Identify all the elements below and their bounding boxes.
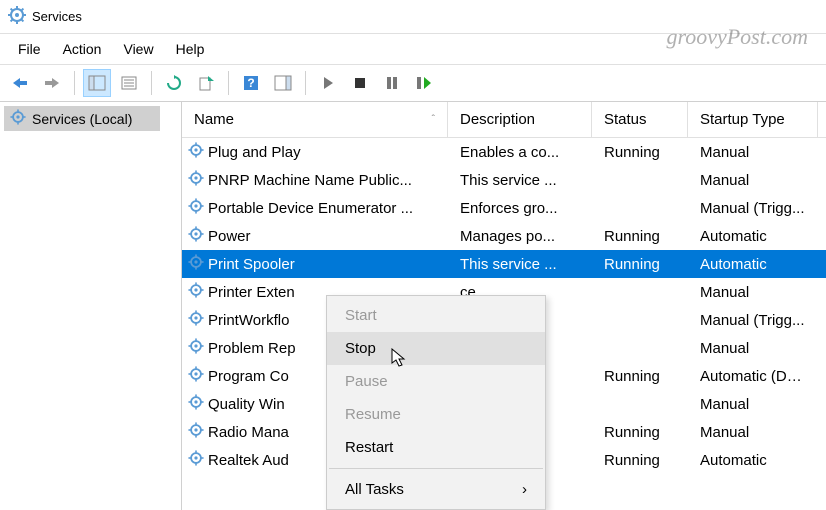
service-startup-cell: Manual	[688, 340, 818, 357]
service-gear-icon	[188, 310, 204, 330]
service-status-cell: Running	[592, 256, 688, 273]
service-status-cell: Running	[592, 144, 688, 161]
toolbar-separator	[228, 71, 229, 95]
export-button[interactable]	[192, 69, 220, 97]
toolbar-separator	[74, 71, 75, 95]
tree-item-services-local[interactable]: Services (Local)	[4, 106, 160, 131]
service-row[interactable]: Portable Device Enumerator ...Enforces g…	[182, 194, 826, 222]
service-gear-icon	[188, 366, 204, 386]
column-header-name[interactable]: Nameˆ	[182, 102, 448, 137]
context-menu-restart[interactable]: Restart	[327, 431, 545, 464]
svg-text:?: ?	[247, 76, 254, 90]
column-header-description[interactable]: Description	[448, 102, 592, 137]
service-row[interactable]: Plug and PlayEnables a co...RunningManua…	[182, 138, 826, 166]
service-startup-cell: Automatic	[688, 452, 818, 469]
service-startup-cell: Manual	[688, 424, 818, 441]
service-desc-cell: Manages po...	[448, 228, 592, 245]
service-name-cell: Portable Device Enumerator ...	[182, 198, 448, 218]
service-desc-cell: Enforces gro...	[448, 200, 592, 217]
column-headers: Nameˆ Description Status Startup Type	[182, 102, 826, 138]
toolbar: ?	[0, 64, 826, 102]
service-desc-cell: This service ...	[448, 172, 592, 189]
show-hide-action-button[interactable]	[269, 69, 297, 97]
toolbar-separator	[305, 71, 306, 95]
refresh-button[interactable]	[160, 69, 188, 97]
services-gear-icon	[10, 109, 26, 128]
menu-bar: File Action View Help	[0, 34, 826, 64]
forward-button[interactable]	[38, 69, 66, 97]
context-menu-divider	[329, 468, 543, 469]
service-row[interactable]: PNRP Machine Name Public...This service …	[182, 166, 826, 194]
help-button[interactable]: ?	[237, 69, 265, 97]
pause-service-button[interactable]	[378, 69, 406, 97]
service-startup-cell: Automatic (De...	[688, 368, 818, 385]
toolbar-separator	[151, 71, 152, 95]
service-startup-cell: Manual (Trigg...	[688, 312, 818, 329]
service-gear-icon	[188, 450, 204, 470]
context-menu-pause: Pause	[327, 365, 545, 398]
context-menu: Start Stop Pause Resume Restart All Task…	[326, 295, 546, 510]
submenu-arrow-icon: ›	[522, 481, 527, 498]
service-gear-icon	[188, 394, 204, 414]
service-startup-cell: Manual	[688, 284, 818, 301]
service-startup-cell: Automatic	[688, 256, 818, 273]
column-header-status[interactable]: Status	[592, 102, 688, 137]
service-gear-icon	[188, 338, 204, 358]
back-button[interactable]	[6, 69, 34, 97]
context-menu-start: Start	[327, 299, 545, 332]
service-startup-cell: Manual	[688, 172, 818, 189]
menu-action[interactable]: Action	[53, 37, 112, 61]
menu-file[interactable]: File	[8, 37, 51, 61]
column-header-startup[interactable]: Startup Type	[688, 102, 818, 137]
service-row[interactable]: Print SpoolerThis service ...RunningAuto…	[182, 250, 826, 278]
service-name-cell: Print Spooler	[182, 254, 448, 274]
service-status-cell: Running	[592, 452, 688, 469]
context-menu-all-tasks[interactable]: All Tasks›	[327, 473, 545, 506]
service-gear-icon	[188, 226, 204, 246]
service-gear-icon	[188, 170, 204, 190]
service-startup-cell: Manual (Trigg...	[688, 200, 818, 217]
service-status-cell: Running	[592, 368, 688, 385]
service-name-cell: Power	[182, 226, 448, 246]
service-status-cell: Running	[592, 228, 688, 245]
show-hide-tree-button[interactable]	[83, 69, 111, 97]
service-gear-icon	[188, 198, 204, 218]
service-desc-cell: This service ...	[448, 256, 592, 273]
service-gear-icon	[188, 142, 204, 162]
service-gear-icon	[188, 422, 204, 442]
service-startup-cell: Automatic	[688, 228, 818, 245]
service-status-cell: Running	[592, 424, 688, 441]
context-menu-stop[interactable]: Stop	[327, 332, 545, 365]
sort-indicator-icon: ˆ	[432, 114, 435, 125]
tree-item-label: Services (Local)	[32, 111, 132, 127]
services-gear-icon	[8, 6, 26, 27]
service-gear-icon	[188, 282, 204, 302]
menu-help[interactable]: Help	[166, 37, 215, 61]
service-desc-cell: Enables a co...	[448, 144, 592, 161]
title-bar: Services	[0, 0, 826, 34]
stop-service-button[interactable]	[346, 69, 374, 97]
tree-pane: Services (Local)	[0, 102, 182, 510]
restart-service-button[interactable]	[410, 69, 438, 97]
context-menu-resume: Resume	[327, 398, 545, 431]
service-name-cell: PNRP Machine Name Public...	[182, 170, 448, 190]
service-row[interactable]: PowerManages po...RunningAutomatic	[182, 222, 826, 250]
properties-button[interactable]	[115, 69, 143, 97]
start-service-button[interactable]	[314, 69, 342, 97]
window-title: Services	[32, 9, 82, 24]
service-gear-icon	[188, 254, 204, 274]
menu-view[interactable]: View	[113, 37, 163, 61]
service-name-cell: Plug and Play	[182, 142, 448, 162]
service-startup-cell: Manual	[688, 396, 818, 413]
service-startup-cell: Manual	[688, 144, 818, 161]
